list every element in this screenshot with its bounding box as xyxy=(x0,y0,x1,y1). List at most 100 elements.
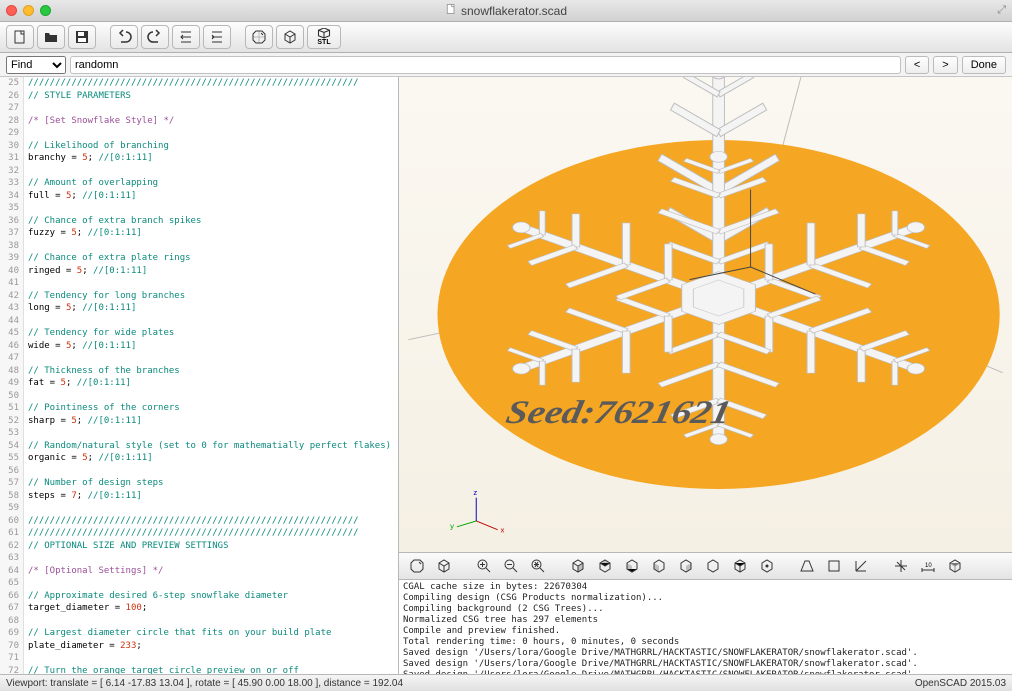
undo-button[interactable] xyxy=(110,25,138,49)
code-line[interactable]: 52sharp = 5; //[0:1:11] xyxy=(0,415,398,428)
code-line[interactable]: 65 xyxy=(0,577,398,590)
show-edges-icon[interactable] xyxy=(943,555,967,577)
code-line[interactable]: 32 xyxy=(0,165,398,178)
code-line[interactable]: 44 xyxy=(0,315,398,328)
code-line[interactable]: 38 xyxy=(0,240,398,253)
code-line[interactable]: 29 xyxy=(0,127,398,140)
code-line[interactable]: 25//////////////////////////////////////… xyxy=(0,77,398,90)
scale-marker-icon[interactable]: 10 xyxy=(916,555,940,577)
perspective-icon[interactable] xyxy=(795,555,819,577)
code-line[interactable]: 37fuzzy = 5; //[0:1:11] xyxy=(0,227,398,240)
minimize-window-button[interactable] xyxy=(23,5,34,16)
find-prev-button[interactable]: < xyxy=(905,56,929,74)
code-line[interactable]: 63 xyxy=(0,552,398,565)
code-line[interactable]: 30// Likelihood of branching xyxy=(0,140,398,153)
view-diagonal-icon[interactable] xyxy=(728,555,752,577)
version-label: OpenSCAD 2015.03 xyxy=(915,678,1006,689)
view-front-icon[interactable] xyxy=(674,555,698,577)
code-line[interactable]: 39// Chance of extra plate rings xyxy=(0,252,398,265)
view-bottom-icon[interactable] xyxy=(620,555,644,577)
code-line[interactable]: 69// Largest diameter circle that fits o… xyxy=(0,627,398,640)
code-line[interactable]: 51// Pointiness of the corners xyxy=(0,402,398,415)
view-top-icon[interactable] xyxy=(593,555,617,577)
find-mode-select[interactable]: Find xyxy=(6,56,66,74)
console-line: Saved design '/Users/lora/Google Drive/M… xyxy=(403,659,1008,670)
window-title: snowflakerator.scad xyxy=(461,4,567,18)
code-line[interactable]: 40ringed = 5; //[0:1:11] xyxy=(0,265,398,278)
new-file-button[interactable] xyxy=(6,25,34,49)
show-axes-icon[interactable] xyxy=(849,555,873,577)
open-file-button[interactable] xyxy=(37,25,65,49)
code-editor[interactable]: 25//////////////////////////////////////… xyxy=(0,77,398,674)
code-line[interactable]: 64/* [Optional Settings] */ xyxy=(0,565,398,578)
3d-viewport[interactable]: Seed:7621621 x y z xyxy=(399,77,1012,552)
seed-label: Seed:7621621 xyxy=(503,394,735,430)
redo-button[interactable] xyxy=(141,25,169,49)
code-line[interactable]: 49fat = 5; //[0:1:11] xyxy=(0,377,398,390)
code-line[interactable]: 45// Tendency for wide plates xyxy=(0,327,398,340)
indent-button[interactable] xyxy=(203,25,231,49)
unindent-button[interactable] xyxy=(172,25,200,49)
code-line[interactable]: 27 xyxy=(0,102,398,115)
code-line[interactable]: 36// Chance of extra branch spikes xyxy=(0,215,398,228)
code-line[interactable]: 56 xyxy=(0,465,398,478)
code-line[interactable]: 66// Approximate desired 6-step snowflak… xyxy=(0,590,398,603)
code-line[interactable]: 72// Turn the orange target circle previ… xyxy=(0,665,398,675)
code-line[interactable]: 60//////////////////////////////////////… xyxy=(0,515,398,528)
viewport-status: Viewport: translate = [ 6.14 -17.83 13.0… xyxy=(6,678,403,689)
code-line[interactable]: 62// OPTIONAL SIZE AND PREVIEW SETTINGS xyxy=(0,540,398,553)
code-line[interactable]: 33// Amount of overlapping xyxy=(0,177,398,190)
code-line[interactable]: 71 xyxy=(0,652,398,665)
code-line[interactable]: 47 xyxy=(0,352,398,365)
stl-label: STL xyxy=(317,39,330,46)
preview-button[interactable] xyxy=(245,25,273,49)
resize-grip-icon[interactable]: ⤢ xyxy=(997,4,1006,17)
find-next-button[interactable]: > xyxy=(933,56,957,74)
view-left-icon[interactable] xyxy=(647,555,671,577)
code-line[interactable]: 42// Tendency for long branches xyxy=(0,290,398,303)
axis-z-label: z xyxy=(473,488,477,497)
console-line: CGAL cache size in bytes: 22670304 xyxy=(403,582,1008,593)
save-button[interactable] xyxy=(68,25,96,49)
code-line[interactable]: 43long = 5; //[0:1:11] xyxy=(0,302,398,315)
code-line[interactable]: 59 xyxy=(0,502,398,515)
find-input[interactable] xyxy=(70,56,901,74)
code-line[interactable]: 31branchy = 5; //[0:1:11] xyxy=(0,152,398,165)
view-right-icon[interactable] xyxy=(566,555,590,577)
axes-cross-icon[interactable] xyxy=(889,555,913,577)
code-line[interactable]: 55organic = 5; //[0:1:11] xyxy=(0,452,398,465)
code-line[interactable]: 28/* [Set Snowflake Style] */ xyxy=(0,115,398,128)
main-toolbar: STL xyxy=(0,22,1012,53)
zoom-window-button[interactable] xyxy=(40,5,51,16)
code-line[interactable]: 46wide = 5; //[0:1:11] xyxy=(0,340,398,353)
close-window-button[interactable] xyxy=(6,5,17,16)
code-line[interactable]: 57// Number of design steps xyxy=(0,477,398,490)
code-line[interactable]: 50 xyxy=(0,390,398,403)
render-icon[interactable] xyxy=(432,555,456,577)
code-line[interactable]: 70plate_diameter = 233; xyxy=(0,640,398,653)
viewport-toolbar: 10 xyxy=(399,552,1012,580)
code-line[interactable]: 61//////////////////////////////////////… xyxy=(0,527,398,540)
code-line[interactable]: 48// Thickness of the branches xyxy=(0,365,398,378)
code-line[interactable]: 41 xyxy=(0,277,398,290)
title-bar: snowflakerator.scad ⤢ xyxy=(0,0,1012,22)
code-line[interactable]: 35 xyxy=(0,202,398,215)
console-output[interactable]: CGAL cache size in bytes: 22670304Compil… xyxy=(399,580,1012,674)
code-line[interactable]: 53 xyxy=(0,427,398,440)
export-stl-button[interactable]: STL xyxy=(307,25,341,49)
view-back-icon[interactable] xyxy=(701,555,725,577)
zoom-out-icon[interactable] xyxy=(499,555,523,577)
code-line[interactable]: 68 xyxy=(0,615,398,628)
find-done-button[interactable]: Done xyxy=(962,56,1006,74)
preview-icon[interactable] xyxy=(405,555,429,577)
code-line[interactable]: 54// Random/natural style (set to 0 for … xyxy=(0,440,398,453)
zoom-in-icon[interactable] xyxy=(472,555,496,577)
code-line[interactable]: 26// STYLE PARAMETERS xyxy=(0,90,398,103)
code-line[interactable]: 67target_diameter = 100; xyxy=(0,602,398,615)
reset-view-icon[interactable] xyxy=(526,555,550,577)
code-line[interactable]: 34full = 5; //[0:1:11] xyxy=(0,190,398,203)
code-line[interactable]: 58steps = 7; //[0:1:11] xyxy=(0,490,398,503)
center-view-icon[interactable] xyxy=(755,555,779,577)
render-button[interactable] xyxy=(276,25,304,49)
orthogonal-icon[interactable] xyxy=(822,555,846,577)
